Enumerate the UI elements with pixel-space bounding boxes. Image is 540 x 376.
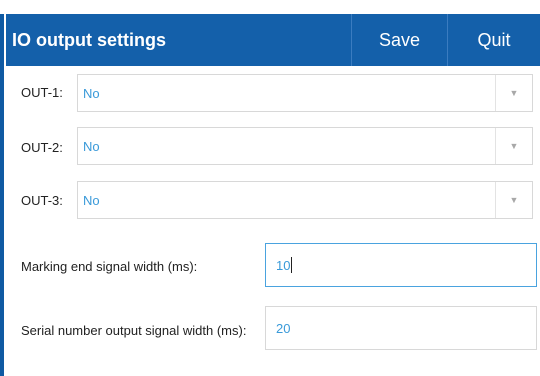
out-2-label: OUT-2: (21, 140, 63, 155)
chevron-down-icon[interactable]: ▼ (495, 75, 532, 111)
dialog-title: IO output settings (12, 29, 166, 50)
out-1-label: OUT-1: (21, 85, 63, 100)
window-left-edge (0, 14, 4, 376)
chevron-down-icon[interactable]: ▼ (495, 182, 532, 218)
serial-number-input[interactable]: 20 (265, 306, 537, 350)
chevron-down-icon[interactable]: ▼ (495, 128, 532, 164)
out-1-select[interactable]: No ▼ (77, 74, 533, 112)
out-3-label: OUT-3: (21, 193, 63, 208)
dialog-header: IO output settings Save Quit (6, 14, 540, 66)
serial-number-value: 20 (276, 320, 291, 336)
serial-number-label: Serial number output signal width (ms): (21, 323, 247, 338)
save-button[interactable]: Save (351, 14, 447, 66)
out-2-select[interactable]: No ▼ (77, 127, 533, 165)
marking-end-label: Marking end signal width (ms): (21, 259, 198, 274)
out-3-value: No (83, 192, 100, 208)
out-2-value: No (83, 138, 100, 154)
out-3-select[interactable]: No ▼ (77, 181, 533, 219)
marking-end-input[interactable]: 10 (265, 243, 537, 287)
out-1-value: No (83, 85, 100, 101)
marking-end-value: 10 (276, 257, 291, 273)
text-cursor (291, 257, 293, 273)
quit-button[interactable]: Quit (447, 14, 540, 66)
